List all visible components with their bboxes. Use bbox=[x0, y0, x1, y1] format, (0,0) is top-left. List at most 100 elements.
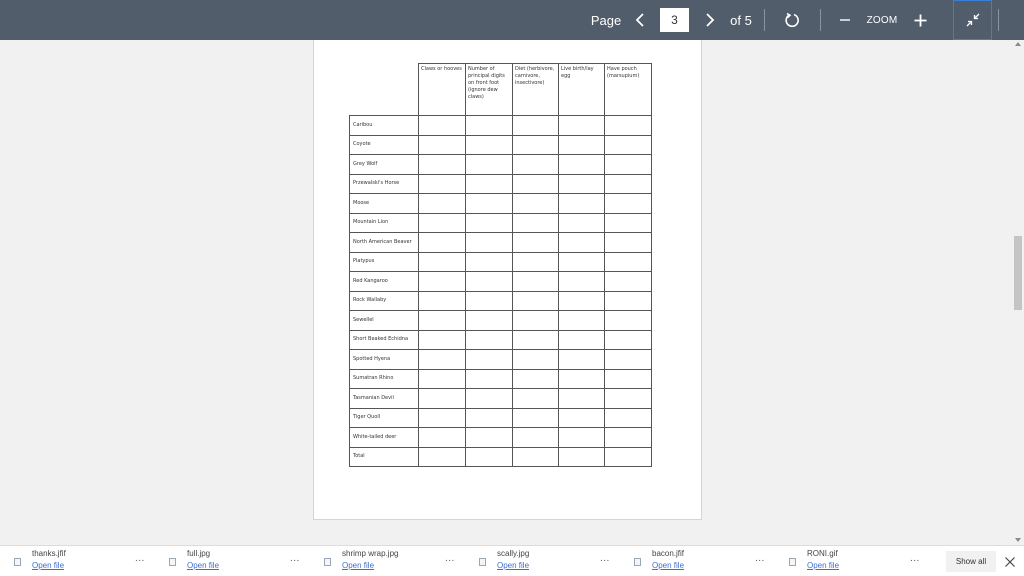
table-header-cell: Number of principal digits on front foot… bbox=[465, 63, 513, 116]
open-file-link[interactable]: Open file bbox=[652, 561, 684, 570]
table-cell bbox=[604, 290, 652, 311]
table-cell bbox=[604, 154, 652, 175]
zoom-label: ZOOM bbox=[866, 14, 898, 26]
next-page-button[interactable] bbox=[698, 0, 722, 40]
scrollbar-thumb[interactable] bbox=[1014, 236, 1022, 310]
table-cell bbox=[418, 134, 466, 155]
download-filename: shrimp wrap.jpg bbox=[342, 549, 399, 558]
animal-traits-table: Claws or hooves Number of principal digi… bbox=[349, 63, 652, 467]
table-cell bbox=[512, 310, 559, 331]
table-cell bbox=[465, 368, 513, 389]
open-file-link[interactable]: Open file bbox=[497, 561, 529, 570]
table-cell bbox=[558, 212, 605, 233]
table-cell bbox=[604, 271, 652, 292]
table-cell bbox=[604, 134, 652, 155]
table-cell bbox=[418, 290, 466, 311]
more-options-button[interactable]: ... bbox=[445, 553, 455, 564]
minus-icon bbox=[840, 19, 850, 21]
download-item[interactable]: full.jpg Open file... bbox=[155, 546, 310, 576]
open-file-link[interactable]: Open file bbox=[187, 561, 219, 570]
more-options-button[interactable]: ... bbox=[600, 553, 610, 564]
table-row: Rock Wallaby bbox=[349, 290, 652, 311]
table-cell bbox=[558, 310, 605, 331]
table-row: White-tailed deer bbox=[349, 427, 652, 448]
show-all-button[interactable]: Show all bbox=[946, 551, 996, 572]
table-cell bbox=[465, 407, 513, 428]
animal-name-cell: White-tailed deer bbox=[349, 427, 419, 448]
page-number-input[interactable] bbox=[660, 8, 689, 32]
table-cell bbox=[512, 407, 559, 428]
table-cell bbox=[558, 115, 605, 136]
animal-name-cell: Przewalski's Horse bbox=[349, 173, 419, 194]
download-item[interactable]: RONI.gif Open file... bbox=[775, 546, 930, 576]
table-row: Coyote bbox=[349, 134, 652, 155]
download-item[interactable]: shrimp wrap.jpg Open file... bbox=[310, 546, 465, 576]
open-file-link[interactable]: Open file bbox=[807, 561, 839, 570]
zoom-in-button[interactable] bbox=[910, 0, 930, 40]
open-file-link[interactable]: Open file bbox=[32, 561, 64, 570]
scroll-down-arrow-icon[interactable] bbox=[1015, 538, 1021, 542]
table-cell bbox=[512, 232, 559, 253]
table-cell bbox=[512, 193, 559, 214]
table-row: Platypus bbox=[349, 251, 652, 272]
more-options-button[interactable]: ... bbox=[910, 553, 920, 564]
animal-name-cell: Tiger Quoll bbox=[349, 407, 419, 428]
table-header-cell bbox=[350, 64, 419, 116]
animal-name-cell: Total bbox=[349, 446, 419, 467]
animal-name-cell: Red Kangaroo bbox=[349, 271, 419, 292]
vertical-scrollbar[interactable] bbox=[1012, 40, 1024, 545]
table-cell bbox=[465, 212, 513, 233]
table-row: Przewalski's Horse bbox=[349, 173, 652, 194]
table-cell bbox=[512, 349, 559, 370]
table-cell bbox=[512, 388, 559, 409]
table-cell bbox=[418, 232, 466, 253]
animal-name-cell: Platypus bbox=[349, 251, 419, 272]
table-cell bbox=[418, 329, 466, 350]
previous-page-button[interactable] bbox=[628, 0, 652, 40]
table-cell bbox=[604, 232, 652, 253]
more-options-button[interactable]: ... bbox=[135, 553, 145, 564]
file-icon bbox=[479, 558, 486, 566]
table-row: Mountain Lion bbox=[349, 212, 652, 233]
table-cell bbox=[604, 446, 652, 467]
table-cell bbox=[604, 115, 652, 136]
fit-to-page-button[interactable] bbox=[953, 0, 992, 40]
open-file-link[interactable]: Open file bbox=[342, 561, 374, 570]
downloads-shelf: thanks.jfif Open file... full.jpg Open file… bbox=[0, 545, 1024, 576]
animal-name-cell: Mountain Lion bbox=[349, 212, 419, 233]
animal-name-cell: Short Beaked Echidna bbox=[349, 329, 419, 350]
more-options-button[interactable]: ... bbox=[755, 553, 765, 564]
table-cell bbox=[604, 349, 652, 370]
scroll-up-arrow-icon[interactable] bbox=[1015, 42, 1021, 46]
table-cell bbox=[512, 173, 559, 194]
file-icon bbox=[14, 558, 21, 566]
zoom-out-button[interactable] bbox=[836, 0, 854, 40]
table-cell bbox=[465, 115, 513, 136]
table-cell bbox=[418, 310, 466, 331]
table-cell bbox=[418, 193, 466, 214]
page-count: of 5 bbox=[730, 12, 752, 28]
download-item[interactable]: scally.jpg Open file... bbox=[465, 546, 620, 576]
table-cell bbox=[558, 251, 605, 272]
animal-name-cell: Spotted Hyena bbox=[349, 349, 419, 370]
table-header-cell: Diet (herbivore, carnivore, insectivore) bbox=[512, 63, 559, 116]
more-options-button[interactable]: ... bbox=[290, 553, 300, 564]
table-cell bbox=[512, 446, 559, 467]
document-viewer[interactable]: Claws or hooves Number of principal digi… bbox=[0, 40, 1024, 545]
table-cell bbox=[465, 427, 513, 448]
table-cell bbox=[604, 251, 652, 272]
download-filename: RONI.gif bbox=[807, 549, 838, 558]
table-cell bbox=[558, 388, 605, 409]
animal-name-cell: Rock Wallaby bbox=[349, 290, 419, 311]
page-label: Page bbox=[590, 12, 622, 28]
table-cell bbox=[512, 290, 559, 311]
table-cell bbox=[558, 193, 605, 214]
table-header-cell: Live birth/lay egg bbox=[558, 63, 605, 116]
close-shelf-button[interactable] bbox=[1003, 554, 1017, 568]
rotate-button[interactable] bbox=[780, 0, 804, 40]
download-item[interactable]: thanks.jfif Open file... bbox=[0, 546, 155, 576]
download-item[interactable]: bacon.jfif Open file... bbox=[620, 546, 775, 576]
table-cell bbox=[558, 154, 605, 175]
table-row: Spotted Hyena bbox=[349, 349, 652, 370]
table-row: Tasmanian Devil bbox=[349, 388, 652, 409]
